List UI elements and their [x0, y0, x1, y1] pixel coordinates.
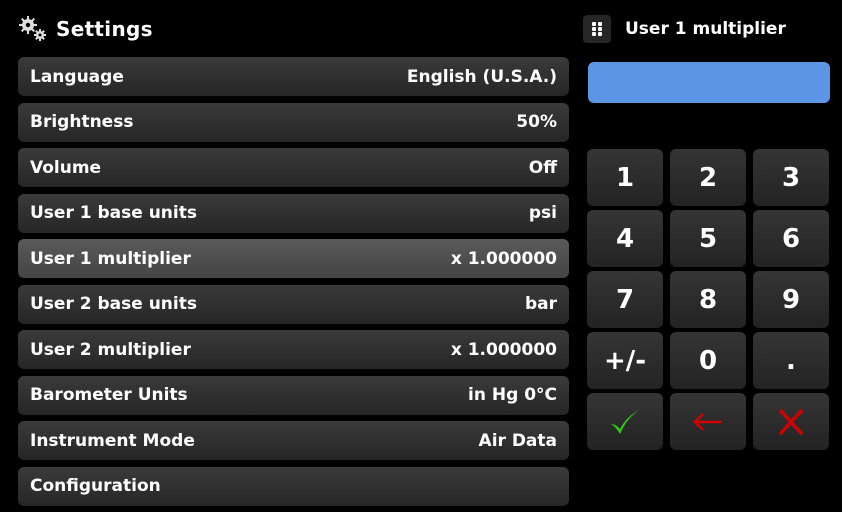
key-3[interactable]: 3: [753, 149, 829, 206]
gears-icon: [16, 14, 50, 44]
key-7[interactable]: 7: [587, 271, 663, 328]
key-plus-minus[interactable]: +/-: [587, 332, 663, 389]
checkmark-icon: [611, 409, 639, 434]
page-title: Settings: [56, 17, 153, 41]
confirm-button[interactable]: [587, 393, 663, 450]
numeric-keypad: 1 2 3 4 5 6 7 8 9 +/- 0 .: [587, 149, 829, 450]
setting-row-user2-multiplier[interactable]: User 2 multiplier x 1.000000: [18, 330, 569, 369]
cancel-x-icon: [779, 408, 803, 435]
key-5[interactable]: 5: [670, 210, 746, 267]
keypad-title: User 1 multiplier: [625, 19, 786, 39]
setting-row-user1-multiplier[interactable]: User 1 multiplier x 1.000000: [18, 239, 569, 278]
setting-label: Volume: [30, 157, 102, 178]
setting-label: User 1 base units: [30, 203, 197, 223]
keypad-header: User 1 multiplier: [583, 8, 835, 50]
setting-value: x 1.000000: [450, 248, 557, 269]
setting-value: psi: [528, 203, 557, 223]
setting-row-configuration[interactable]: Configuration: [18, 466, 569, 506]
key-2[interactable]: 2: [670, 149, 746, 206]
setting-label: Brightness: [30, 112, 134, 132]
setting-label: Configuration: [30, 476, 161, 496]
setting-label: User 2 base units: [30, 294, 197, 314]
key-6[interactable]: 6: [753, 210, 829, 267]
settings-header: Settings: [16, 8, 576, 50]
setting-value: in Hg 0°C: [468, 385, 557, 405]
setting-row-user2-base-units[interactable]: User 2 base units bar: [18, 284, 569, 324]
grid-menu-icon[interactable]: [583, 15, 611, 43]
setting-value: x 1.000000: [450, 339, 557, 360]
key-0[interactable]: 0: [670, 332, 746, 389]
key-4[interactable]: 4: [587, 210, 663, 267]
setting-value: Air Data: [478, 430, 557, 451]
backspace-button[interactable]: [670, 393, 746, 450]
setting-value: 50%: [516, 112, 557, 132]
setting-row-user1-base-units[interactable]: User 1 base units psi: [18, 193, 569, 233]
backspace-arrow-icon: [693, 412, 721, 431]
key-1[interactable]: 1: [587, 149, 663, 206]
settings-list: Language English (U.S.A.) Brightness 50%…: [18, 57, 569, 512]
setting-row-language[interactable]: Language English (U.S.A.): [18, 57, 569, 96]
setting-label: Instrument Mode: [30, 430, 195, 451]
setting-value: Off: [528, 157, 557, 178]
setting-row-instrument-mode[interactable]: Instrument Mode Air Data: [18, 421, 569, 460]
key-decimal[interactable]: .: [753, 332, 829, 389]
setting-value: English (U.S.A.): [406, 66, 557, 87]
setting-label: User 1 multiplier: [30, 248, 191, 269]
setting-value: bar: [524, 294, 557, 314]
setting-label: Language: [30, 66, 124, 87]
setting-row-volume[interactable]: Volume Off: [18, 148, 569, 187]
setting-label: Barometer Units: [30, 385, 188, 405]
setting-row-barometer-units[interactable]: Barometer Units in Hg 0°C: [18, 375, 569, 415]
numeric-entry-field[interactable]: [588, 62, 830, 103]
cancel-button[interactable]: [753, 393, 829, 450]
setting-label: User 2 multiplier: [30, 339, 191, 360]
setting-row-brightness[interactable]: Brightness 50%: [18, 102, 569, 142]
key-8[interactable]: 8: [670, 271, 746, 328]
key-9[interactable]: 9: [753, 271, 829, 328]
